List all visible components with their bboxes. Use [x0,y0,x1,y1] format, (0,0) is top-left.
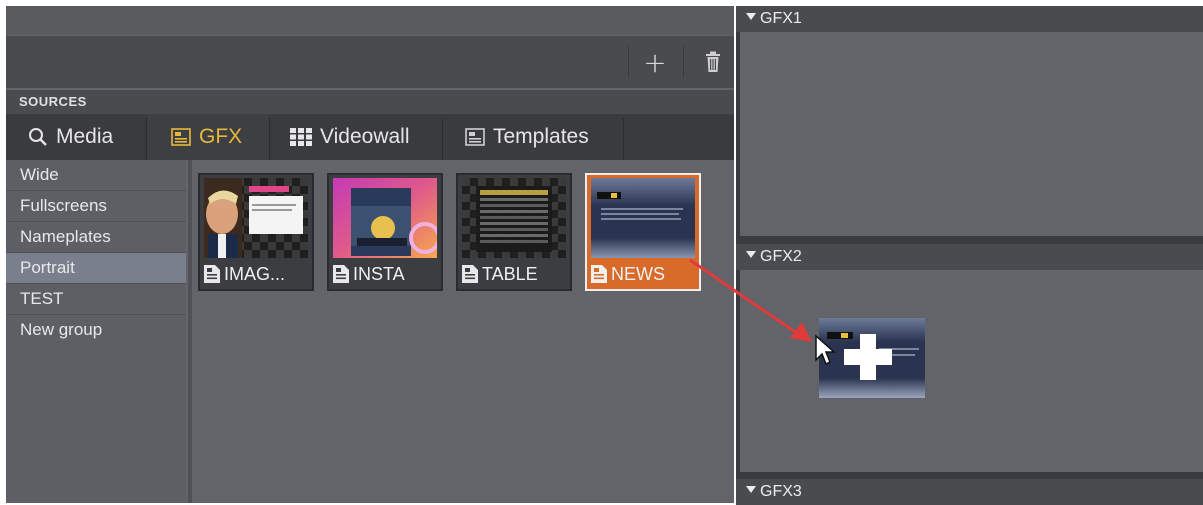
delete-button[interactable] [691,44,735,80]
tab-media-label: Media [56,125,114,148]
search-icon [28,127,48,147]
toolbar-separator [683,46,684,78]
thumbnail [204,178,308,258]
thumbnail [462,178,566,258]
mouse-cursor-icon [815,334,836,366]
toolbar: + [6,36,734,88]
top-bar [6,6,734,35]
document-icon [591,265,607,283]
gfx1-header[interactable]: GFX1 [736,6,1203,32]
gfx-item-label: IMAG... [204,261,285,287]
gfx-item-table[interactable]: TABLE [456,173,572,291]
thumbnail [591,178,695,258]
sources-label: SOURCES [6,90,734,114]
group-item-portrait[interactable]: Portrait [6,253,186,284]
toolbar-separator [628,46,629,78]
template-icon [465,128,485,146]
tab-videowall[interactable]: Videowall [270,114,442,160]
group-item-nameplates[interactable]: Nameplates [6,222,186,253]
sources-tabs: Media GFX Videowall Templates [6,114,734,160]
document-icon [204,265,220,283]
gfx-item-label: TABLE [462,261,538,287]
document-icon [462,265,478,283]
gfx-item-grid: IMAG... INSTA TABLE NEWS [192,160,734,503]
tab-templates[interactable]: Templates [443,114,623,160]
add-plus-icon [840,334,896,380]
group-list: Wide Fullscreens Nameplates Portrait TES… [6,160,186,503]
triangle-down-icon [746,13,756,21]
trash-icon [706,51,720,72]
tab-gfx[interactable]: GFX [147,114,269,160]
tab-templates-label: Templates [493,125,589,148]
sources-panel: + SOURCES Media GFX Videowall Templates … [6,6,734,503]
triangle-down-icon [746,486,756,494]
tab-gfx-label: GFX [199,125,243,148]
gfx-item-insta[interactable]: INSTA [327,173,443,291]
thumbnail [333,178,437,258]
gfx-icon [171,128,191,146]
gfx1-drop-area[interactable] [740,32,1203,236]
tab-separator [623,118,624,160]
tab-videowall-label: Videowall [320,125,410,148]
group-item-test[interactable]: TEST [6,284,186,315]
group-item-wide[interactable]: Wide [6,160,186,191]
videowall-grid-icon [290,128,312,146]
group-item-new-group[interactable]: New group [6,315,186,346]
gfx-item-label: NEWS [591,261,665,287]
drag-arrow [689,258,812,342]
tab-media[interactable]: Media [6,114,146,160]
gfx3-header[interactable]: GFX3 [736,479,1203,505]
gfx-item-label: INSTA [333,261,405,287]
document-icon [333,265,349,283]
group-item-fullscreens[interactable]: Fullscreens [6,191,186,222]
gfx-item-imag[interactable]: IMAG... [198,173,314,291]
sources-content: Wide Fullscreens Nameplates Portrait TES… [6,160,734,503]
add-button[interactable]: + [633,44,677,80]
